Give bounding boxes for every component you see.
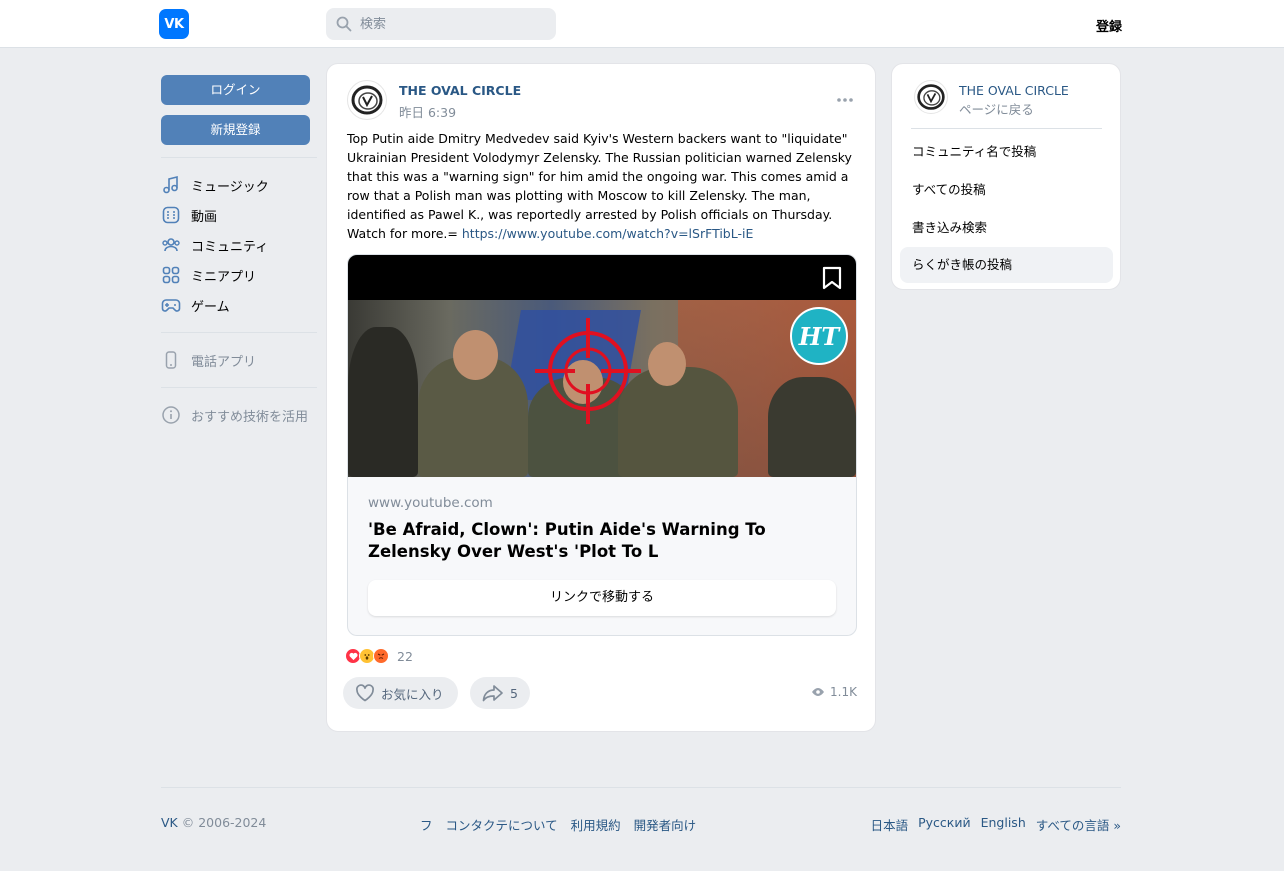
footer-link-about[interactable]: コンタクテについて	[446, 815, 558, 834]
more-dots-icon	[837, 98, 853, 102]
footer-copyright-text: © 2006-2024	[181, 815, 267, 830]
footer-link-terms[interactable]: 利用規約	[571, 815, 621, 834]
post-link[interactable]: https://www.youtube.com/watch?v=lSrFTibL…	[462, 226, 754, 241]
right-sidebar: THE OVAL CIRCLE ページに戻る コミュニティ名で投稿 すべての投稿…	[891, 63, 1121, 290]
language-russian[interactable]: Русский	[918, 815, 970, 834]
heart-icon	[356, 684, 374, 702]
nav-label: 動画	[191, 209, 218, 225]
search-box[interactable]	[326, 8, 556, 40]
avatar[interactable]	[347, 80, 387, 120]
share-button[interactable]: 5	[470, 677, 530, 709]
footer-brand[interactable]: VK	[161, 815, 178, 830]
nav-item-community[interactable]: コミュニティ	[161, 230, 317, 260]
top-header: VK 登録	[0, 0, 1284, 48]
language-all[interactable]: すべての言語 »	[1036, 815, 1121, 834]
filter-all-posts[interactable]: すべての投稿	[900, 172, 1113, 208]
filter-community-posts[interactable]: コミュニティ名で投稿	[900, 134, 1113, 170]
link-attachment[interactable]: HT www.youtube.com 'Be Afraid, Clown': P…	[347, 254, 857, 636]
search-icon	[336, 16, 352, 32]
footer-link-developers[interactable]: 開発者向け	[634, 815, 697, 834]
post-author[interactable]: THE OVAL CIRCLE	[399, 83, 521, 98]
divider	[161, 387, 317, 388]
oval-circle-logo-icon	[351, 85, 383, 115]
nav-label: ゲーム	[191, 299, 230, 315]
phone-icon	[165, 351, 177, 369]
reactions-summary[interactable]: 22	[345, 648, 413, 664]
back-to-page-link[interactable]: ページに戻る	[959, 99, 1034, 118]
divider	[911, 128, 1102, 129]
nav-label: コミュニティ	[191, 239, 269, 255]
vk-logo[interactable]: VK	[159, 9, 189, 39]
recommend-tech-link[interactable]: おすすめ技術を活用	[161, 400, 317, 430]
filter-wall-posts[interactable]: らくがき帳の投稿	[900, 247, 1113, 283]
filter-search-posts[interactable]: 書き込み検索	[900, 210, 1113, 246]
like-button[interactable]: お気に入り	[343, 677, 458, 709]
more-options-button[interactable]	[835, 90, 855, 110]
video-thumbnail[interactable]: HT	[348, 255, 856, 477]
divider	[161, 332, 317, 333]
info-icon	[162, 406, 180, 424]
footer-link[interactable]: フ	[420, 815, 433, 834]
language-japanese[interactable]: 日本語	[871, 815, 909, 834]
views-counter: 1.1K	[811, 685, 857, 699]
nav-label: おすすめ技術を活用	[191, 409, 309, 425]
angry-reaction-icon	[373, 648, 389, 664]
views-count: 1.1K	[830, 685, 857, 699]
footer-copyright: VK © 2006-2024	[161, 815, 266, 830]
ht-logo-badge: HT	[790, 307, 848, 365]
open-link-button[interactable]: リンクで移動する	[368, 580, 836, 616]
search-input[interactable]	[360, 16, 540, 32]
footer-languages: 日本語 Русский English すべての言語 »	[861, 815, 1121, 834]
nav-label: ミニアプリ	[191, 269, 257, 285]
post-text: Top Putin aide Dmitry Medvedev said Kyiv…	[347, 129, 857, 243]
eye-icon	[812, 688, 824, 696]
nav-item-video[interactable]: 動画	[161, 200, 317, 230]
post-card: THE OVAL CIRCLE 昨日 6:39 Top Putin aide D…	[326, 63, 876, 732]
nav-label: ミュージック	[191, 179, 269, 195]
divider	[161, 157, 317, 158]
post-body: Top Putin aide Dmitry Medvedev said Kyiv…	[347, 131, 852, 241]
phone-app-link[interactable]: 電話アプリ	[161, 345, 317, 375]
apps-icon	[162, 266, 180, 284]
crosshair-target-icon	[535, 318, 641, 424]
oval-circle-logo-icon	[917, 84, 945, 110]
gamepad-icon	[161, 299, 181, 312]
bookmark-icon[interactable]	[820, 265, 844, 291]
register-link[interactable]: 登録	[1096, 16, 1122, 35]
share-icon	[482, 685, 503, 702]
nav-item-games[interactable]: ゲーム	[161, 290, 317, 320]
attachment-title[interactable]: 'Be Afraid, Clown': Putin Aide's Warning…	[368, 519, 838, 563]
video-icon	[162, 206, 180, 224]
nav-label: 電話アプリ	[191, 354, 257, 370]
login-button[interactable]: ログイン	[161, 75, 310, 105]
music-icon	[163, 175, 178, 194]
footer-divider	[161, 787, 1121, 788]
community-name[interactable]: THE OVAL CIRCLE	[959, 83, 1069, 98]
reactions-count: 22	[397, 648, 413, 664]
language-english[interactable]: English	[981, 815, 1026, 834]
community-icon	[162, 238, 180, 252]
nav-item-apps[interactable]: ミニアプリ	[161, 260, 317, 290]
nav-item-music[interactable]: ミュージック	[161, 170, 317, 200]
footer-links: フ コンタクテについて 利用規約 開発者向け	[420, 815, 709, 834]
like-label: お気に入り	[381, 686, 444, 702]
attachment-domain: www.youtube.com	[368, 495, 493, 511]
avatar[interactable]	[914, 80, 948, 114]
share-count: 5	[510, 685, 518, 701]
signup-button[interactable]: 新規登録	[161, 115, 310, 145]
post-date[interactable]: 昨日 6:39	[399, 102, 456, 121]
left-sidebar: ログイン 新規登録 ミュージック 動画 コミュニティ ミニアプリ ゲーム 電話ア…	[161, 75, 317, 430]
